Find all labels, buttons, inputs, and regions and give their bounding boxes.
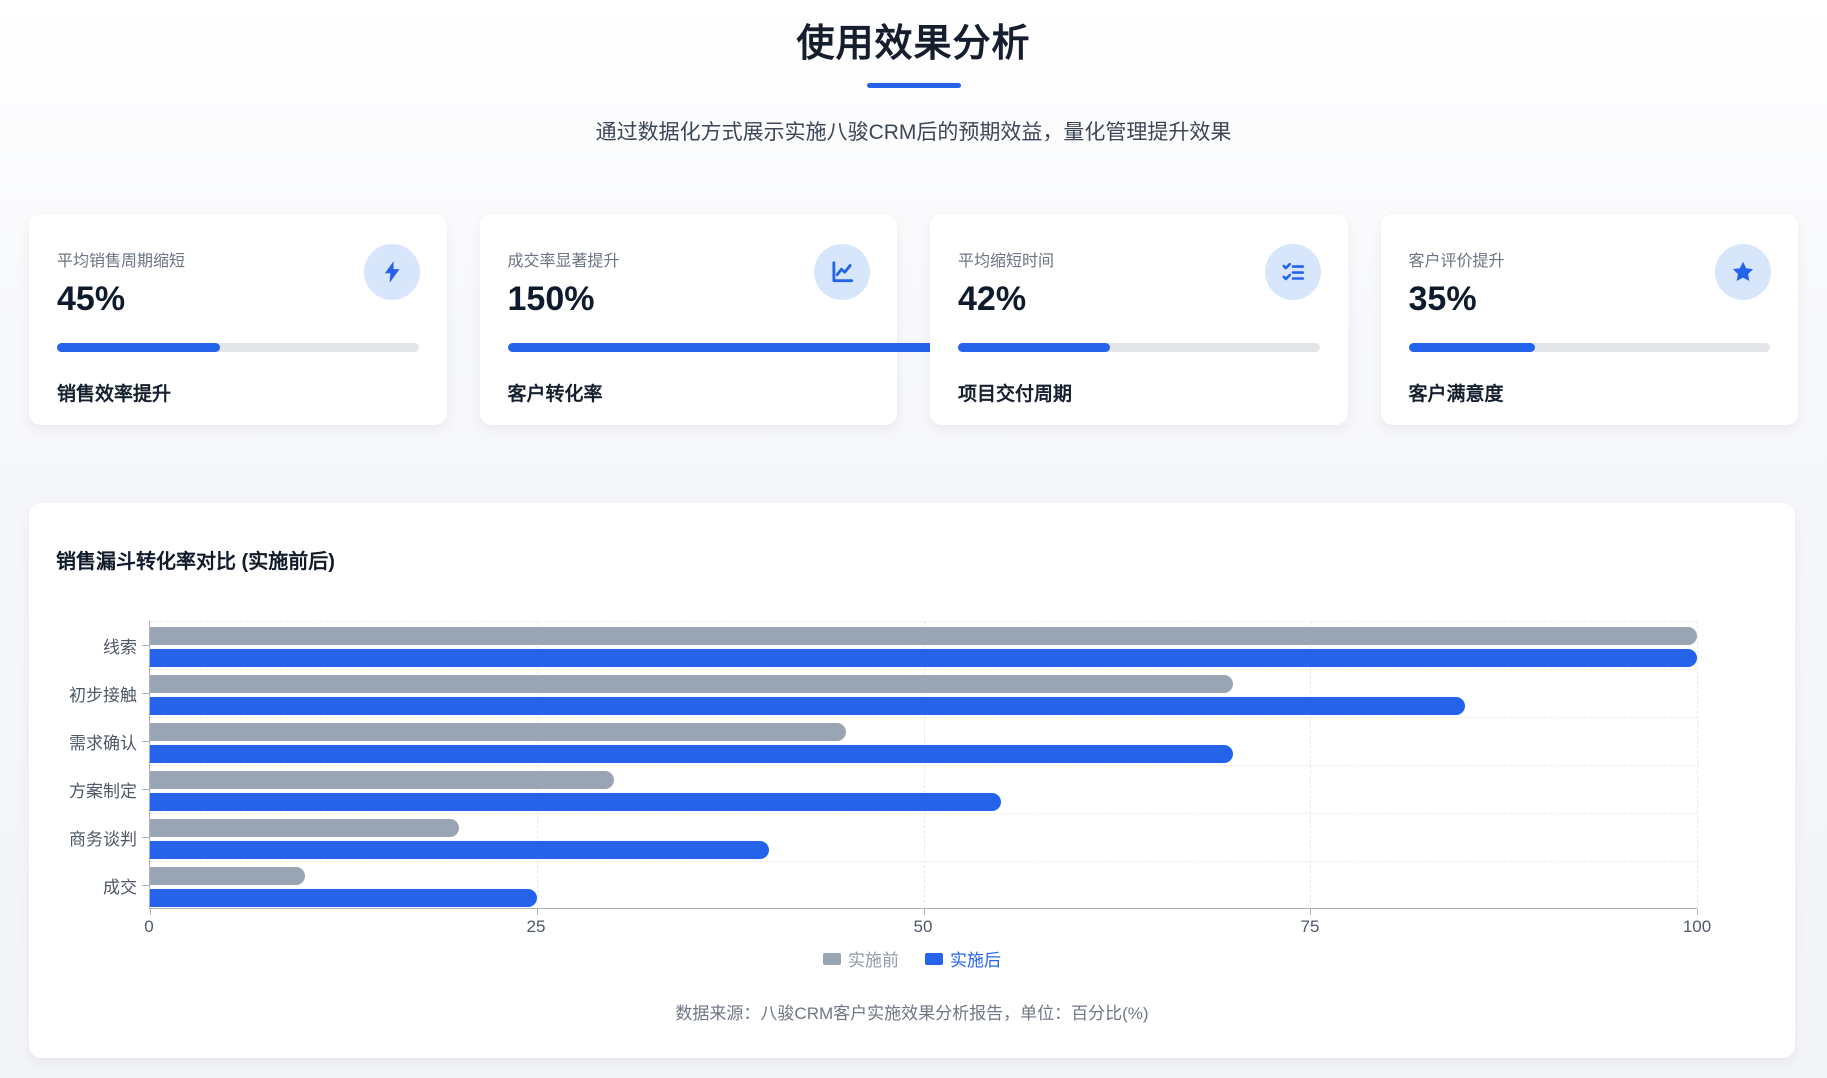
stat-caption: 客户满意度 — [1409, 379, 1771, 406]
x-axis-tick-label: 100 — [1683, 917, 1711, 937]
bar-实施前-线索 — [150, 627, 1697, 645]
y-axis-tick — [142, 741, 149, 742]
bar-group-2 — [150, 669, 1697, 717]
progress-fill — [508, 343, 935, 352]
bar-group-5 — [150, 813, 1697, 861]
y-axis-tick — [142, 885, 149, 886]
title-underline — [867, 83, 961, 88]
x-axis-tick-label: 75 — [1301, 917, 1320, 937]
x-axis-tick — [1697, 909, 1698, 915]
legend-item-实施前[interactable]: 实施前 — [823, 946, 899, 971]
chart-line-icon — [814, 244, 870, 300]
stat-card-time-saved: 平均缩短时间 42% 项目交付周期 — [930, 214, 1348, 425]
y-axis-tick — [142, 789, 149, 790]
stat-card-sales-cycle: 平均销售周期缩短 45% 销售效率提升 — [29, 214, 447, 425]
bar-实施前-方案制定 — [150, 771, 614, 789]
bolt-icon — [364, 244, 420, 300]
x-axis-tick-label: 50 — [914, 917, 933, 937]
bar-group-6 — [150, 861, 1697, 909]
legend-swatch — [925, 953, 943, 965]
y-axis-label: 初步接触 — [69, 681, 137, 706]
chart-plot-area — [149, 621, 1697, 909]
progress-track — [1409, 343, 1771, 352]
bar-实施前-商务谈判 — [150, 819, 459, 837]
y-axis-label-row: 线索 — [29, 621, 149, 669]
bar-实施前-初步接触 — [150, 675, 1233, 693]
stat-caption: 项目交付周期 — [958, 379, 1320, 406]
bar-group-3 — [150, 717, 1697, 765]
y-axis-label-row: 商务谈判 — [29, 813, 149, 861]
stat-value: 45% — [57, 280, 419, 319]
x-axis-tick — [150, 909, 151, 915]
bar-实施前-需求确认 — [150, 723, 846, 741]
progress-fill — [1409, 343, 1536, 352]
stats-row: 平均销售周期缩短 45% 销售效率提升 成交率显著提升 150% 客户转化率 平… — [29, 214, 1798, 425]
stat-value: 150% — [508, 280, 870, 319]
stat-card-close-rate: 成交率显著提升 150% 客户转化率 — [480, 214, 898, 425]
legend-label: 实施后 — [950, 946, 1001, 971]
x-axis-tick — [924, 909, 925, 915]
stat-caption: 客户转化率 — [508, 379, 870, 406]
y-axis-tick — [142, 837, 149, 838]
chart-legend: 实施前 实施后 — [29, 946, 1795, 971]
stat-caption: 销售效率提升 — [57, 379, 419, 406]
y-axis-tick — [142, 645, 149, 646]
bar-实施后-成交 — [150, 889, 537, 907]
y-axis-label-row: 成交 — [29, 861, 149, 909]
progress-track — [508, 343, 870, 352]
y-axis-label-row: 方案制定 — [29, 765, 149, 813]
bar-group-4 — [150, 765, 1697, 813]
chart-title: 销售漏斗转化率对比 (实施前后) — [56, 545, 335, 574]
funnel-chart-card: 销售漏斗转化率对比 (实施前后) 线索初步接触需求确认方案制定商务谈判成交 0 2… — [29, 503, 1795, 1058]
x-axis-tick-label: 25 — [527, 917, 546, 937]
legend-swatch — [823, 953, 841, 965]
progress-fill — [958, 343, 1110, 352]
progress-fill — [57, 343, 220, 352]
legend-label: 实施前 — [848, 946, 899, 971]
bar-实施后-需求确认 — [150, 745, 1233, 763]
progress-track — [958, 343, 1320, 352]
y-axis-label: 成交 — [103, 873, 137, 898]
stat-value: 35% — [1409, 280, 1771, 319]
x-axis-tick-label: 0 — [144, 917, 153, 937]
star-icon — [1715, 244, 1771, 300]
y-axis-label-row: 需求确认 — [29, 717, 149, 765]
bar-实施后-初步接触 — [150, 697, 1465, 715]
y-axis-tick — [142, 693, 149, 694]
chart-x-axis-labels: 0255075100 — [149, 917, 1697, 939]
x-axis-tick — [537, 909, 538, 915]
bar-group-1 — [150, 621, 1697, 669]
progress-track — [57, 343, 419, 352]
y-axis-label: 商务谈判 — [69, 825, 137, 850]
page-subtitle: 通过数据化方式展示实施八骏CRM后的预期效益，量化管理提升效果 — [0, 116, 1827, 146]
chart-y-axis-labels: 线索初步接触需求确认方案制定商务谈判成交 — [29, 621, 149, 909]
y-axis-label-row: 初步接触 — [29, 669, 149, 717]
stat-value: 42% — [958, 280, 1320, 319]
legend-item-实施后[interactable]: 实施后 — [925, 946, 1001, 971]
chart-footer-note: 数据来源：八骏CRM客户实施效果分析报告，单位：百分比(%) — [29, 999, 1795, 1024]
bar-实施后-商务谈判 — [150, 841, 769, 859]
bar-实施前-成交 — [150, 867, 305, 885]
stat-card-satisfaction: 客户评价提升 35% 客户满意度 — [1381, 214, 1799, 425]
x-axis-tick — [1310, 909, 1311, 915]
y-axis-label: 需求确认 — [69, 729, 137, 754]
bar-实施后-方案制定 — [150, 793, 1001, 811]
bar-实施后-线索 — [150, 649, 1697, 667]
page-title: 使用效果分析 — [0, 0, 1827, 67]
checklist-icon — [1265, 244, 1321, 300]
gridline — [1697, 621, 1698, 908]
page-header: 使用效果分析 通过数据化方式展示实施八骏CRM后的预期效益，量化管理提升效果 — [0, 0, 1827, 146]
y-axis-label: 线索 — [103, 633, 137, 658]
y-axis-label: 方案制定 — [69, 777, 137, 802]
